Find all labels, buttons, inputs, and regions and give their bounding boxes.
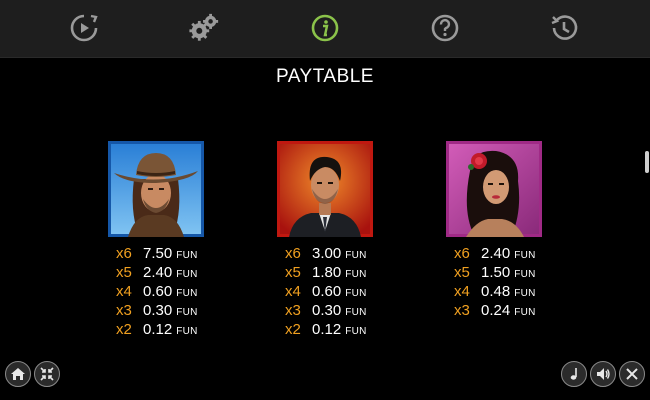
currency-unit: FUN xyxy=(176,269,198,280)
currency-unit: FUN xyxy=(176,326,198,337)
multiplier-label: x6 xyxy=(454,245,470,262)
multiplier-label: x5 xyxy=(454,264,470,281)
currency-unit: FUN xyxy=(176,307,198,318)
multiplier-label: x3 xyxy=(116,302,132,319)
currency-unit: FUN xyxy=(345,250,367,261)
history-icon[interactable] xyxy=(548,12,580,44)
payout-amount: 1.80 xyxy=(312,264,342,281)
pay-row: x2 0.12 FUN xyxy=(285,320,367,339)
help-icon[interactable] xyxy=(429,12,461,44)
pay-row: x5 1.50 FUN xyxy=(454,263,536,282)
currency-unit: FUN xyxy=(514,269,536,280)
music-button[interactable] xyxy=(561,361,587,387)
pay-row: x5 1.80 FUN xyxy=(285,263,367,282)
payout-amount: 0.60 xyxy=(143,283,173,300)
sound-icon xyxy=(597,368,610,380)
collapse-icon xyxy=(40,367,54,381)
multiplier-label: x4 xyxy=(285,283,301,300)
pay-row: x5 2.40 FUN xyxy=(116,263,198,282)
payout-amount: 1.50 xyxy=(481,264,511,281)
home-button[interactable] xyxy=(5,361,31,387)
pay-row: x6 3.00 FUN xyxy=(285,244,367,263)
multiplier-label: x2 xyxy=(285,321,301,338)
currency-unit: FUN xyxy=(514,288,536,299)
multiplier-label: x4 xyxy=(116,283,132,300)
autoplay-icon[interactable] xyxy=(68,12,100,44)
currency-unit: FUN xyxy=(176,250,198,261)
multiplier-label: x5 xyxy=(116,264,132,281)
payout-amount: 2.40 xyxy=(143,264,173,281)
page-title: PAYTABLE xyxy=(276,66,374,87)
currency-unit: FUN xyxy=(345,307,367,318)
multiplier-label: x4 xyxy=(454,283,470,300)
settings-icon[interactable] xyxy=(188,12,220,44)
payout-amount: 0.48 xyxy=(481,283,511,300)
paytable-cowboy: x6 7.50 FUN x5 2.40 FUN x4 0.60 FUN x3 0.30 FUN x2 0.… xyxy=(116,244,198,339)
currency-unit: FUN xyxy=(345,269,367,280)
multiplier-label: x3 xyxy=(454,302,470,319)
multiplier-label: x3 xyxy=(285,302,301,319)
pay-row: x3 0.24 FUN xyxy=(454,301,536,320)
paytable-senorita: x6 2.40 FUN x5 1.50 FUN x4 0.48 FUN x3 0.24 FUN xyxy=(454,244,536,320)
multiplier-label: x5 xyxy=(285,264,301,281)
collapse-button[interactable] xyxy=(34,361,60,387)
close-button[interactable] xyxy=(619,361,645,387)
home-icon xyxy=(11,368,25,380)
pay-row: x6 2.40 FUN xyxy=(454,244,536,263)
payout-amount: 2.40 xyxy=(481,245,511,262)
music-icon xyxy=(570,368,577,380)
multiplier-label: x2 xyxy=(116,321,132,338)
payout-amount: 7.50 xyxy=(143,245,173,262)
symbol-cowboy xyxy=(108,141,204,237)
close-icon xyxy=(626,368,638,380)
symbol-gentleman xyxy=(277,141,373,237)
paytable-screen: PAYTABLE x6 7.50 FUN x5 2.40 FUN x4 0.60… xyxy=(0,0,650,400)
payout-amount: 0.12 xyxy=(312,321,342,338)
currency-unit: FUN xyxy=(514,250,536,261)
info-icon[interactable] xyxy=(309,12,341,44)
sound-button[interactable] xyxy=(590,361,616,387)
top-toolbar xyxy=(0,0,650,58)
pay-row: x4 0.60 FUN xyxy=(285,282,367,301)
pay-row: x2 0.12 FUN xyxy=(116,320,198,339)
pay-row: x3 0.30 FUN xyxy=(285,301,367,320)
currency-unit: FUN xyxy=(514,307,536,318)
currency-unit: FUN xyxy=(345,326,367,337)
payout-amount: 0.30 xyxy=(312,302,342,319)
symbol-senorita xyxy=(446,141,542,237)
paytable-gentleman: x6 3.00 FUN x5 1.80 FUN x4 0.60 FUN x3 0.30 FUN x2 0.… xyxy=(285,244,367,339)
multiplier-label: x6 xyxy=(116,245,132,262)
payout-amount: 0.12 xyxy=(143,321,173,338)
currency-unit: FUN xyxy=(176,288,198,299)
multiplier-label: x6 xyxy=(285,245,301,262)
payout-amount: 0.24 xyxy=(481,302,511,319)
pay-row: x6 7.50 FUN xyxy=(116,244,198,263)
scrollbar-handle[interactable] xyxy=(645,151,649,173)
payout-amount: 0.30 xyxy=(143,302,173,319)
payout-amount: 3.00 xyxy=(312,245,342,262)
pay-row: x3 0.30 FUN xyxy=(116,301,198,320)
currency-unit: FUN xyxy=(345,288,367,299)
pay-row: x4 0.60 FUN xyxy=(116,282,198,301)
payout-amount: 0.60 xyxy=(312,283,342,300)
pay-row: x4 0.48 FUN xyxy=(454,282,536,301)
